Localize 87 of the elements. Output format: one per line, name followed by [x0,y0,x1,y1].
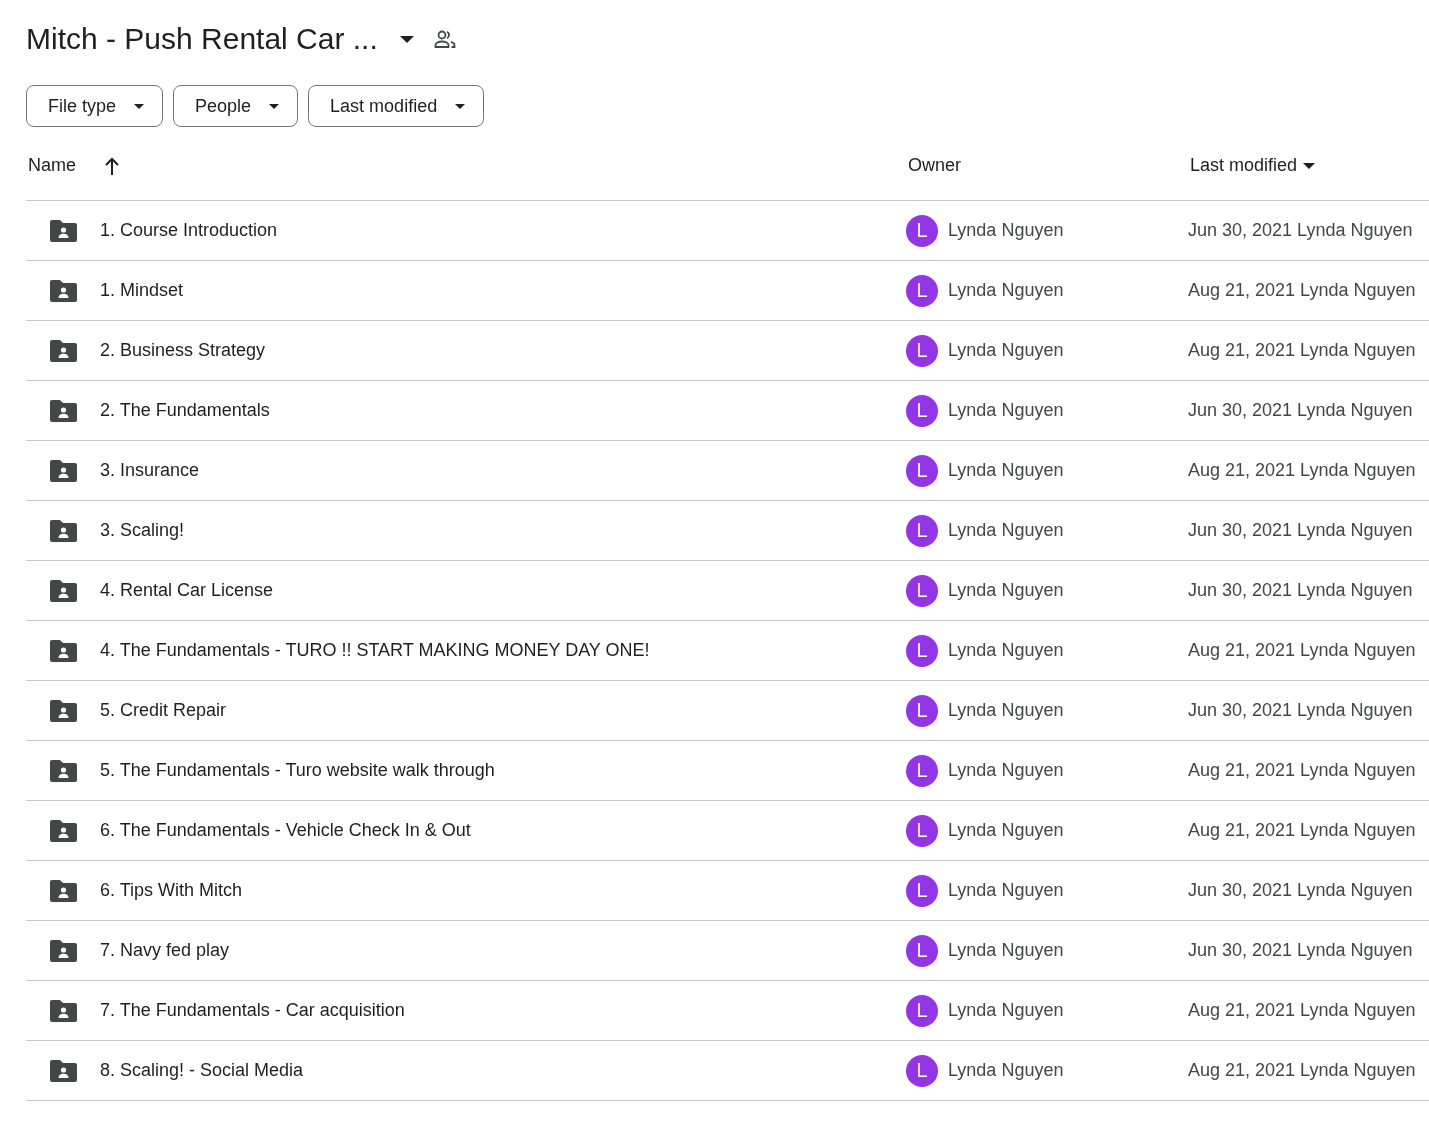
modified-date: Jun 30, 2021 Lynda Nguyen [1188,580,1414,601]
shared-folder-icon [50,1059,77,1082]
shared-folder-icon [50,279,77,302]
shared-folder-icon [50,639,77,662]
owner-avatar: L [906,874,938,907]
owner-name: Lynda Nguyen [948,280,1064,301]
folder-name[interactable]: 1. Mindset [100,280,184,301]
owner-avatar: L [906,454,938,487]
modified-date: Jun 30, 2021 Lynda Nguyen [1188,940,1414,961]
caret-icon [399,35,414,43]
caret-icon [134,103,145,109]
modified-date: Aug 21, 2021 Lynda Nguyen [1188,460,1417,481]
column-header[interactable]: Name [26,155,120,176]
owner-name: Lynda Nguyen [948,520,1064,541]
shared-folder-icon [50,939,77,962]
modified-date: Jun 30, 2021 Lynda Nguyen [1188,880,1414,901]
folder-name[interactable]: 4. Rental Car License [100,580,274,601]
owner-avatar: L [906,934,938,967]
folder-title: Mitch - Push Rental Car ... [26,22,379,56]
filter-chip[interactable]: File type [26,85,164,127]
owner-avatar: L [906,334,938,367]
folder-name[interactable]: 5. Credit Repair [100,700,227,721]
caret-icon [455,103,466,109]
folder-name[interactable]: 6. Tips With Mitch [100,880,243,901]
modified-date: Aug 21, 2021 Lynda Nguyen [1188,640,1417,661]
modified-date: Aug 21, 2021 Lynda Nguyen [1188,1000,1417,1021]
folder-name[interactable]: 3. Insurance [100,460,200,481]
shared-folder-icon [50,759,77,782]
modified-date: Jun 30, 2021 Lynda Nguyen [1188,220,1414,241]
people-icon [433,29,456,49]
folder-name[interactable]: 4. The Fundamentals - TURO !! START MAKING MONEY DAY ONE! [100,640,650,661]
filter-chip[interactable]: Last modified [308,85,485,127]
shared-folder-icon [50,519,77,542]
column-header[interactable]: Owner [906,155,961,176]
owner-name: Lynda Nguyen [948,340,1064,361]
owner-name: Lynda Nguyen [948,1060,1064,1081]
owner-avatar: L [906,214,938,247]
folder-name[interactable]: 2. Business Strategy [100,340,266,361]
shared-folder-icon [50,999,77,1022]
owner-avatar: L [906,814,938,847]
folder-name[interactable]: 8. Scaling! - Social Media [100,1060,304,1081]
owner-avatar: L [906,394,938,427]
owner-name: Lynda Nguyen [948,880,1064,901]
filter-chip[interactable]: People [173,85,299,127]
owner-avatar: L [906,994,938,1027]
owner-name: Lynda Nguyen [948,820,1064,841]
shared-folder-icon [50,399,77,422]
owner-name: Lynda Nguyen [948,760,1064,781]
owner-name: Lynda Nguyen [948,1000,1064,1021]
folder-name[interactable]: 7. Navy fed play [100,940,230,961]
caret-icon [269,103,280,109]
owner-avatar: L [906,694,938,727]
folder-name[interactable]: 2. The Fundamentals [100,400,270,421]
column-header[interactable]: Last modified [1188,155,1316,176]
owner-avatar: L [906,1054,938,1087]
owner-name: Lynda Nguyen [948,400,1064,421]
owner-avatar: L [906,634,938,667]
owner-name: Lynda Nguyen [948,460,1064,481]
modified-date: Jun 30, 2021 Lynda Nguyen [1188,400,1414,421]
folder-name[interactable]: 1. Course Introduction [100,220,278,241]
owner-name: Lynda Nguyen [948,580,1064,601]
owner-name: Lynda Nguyen [948,700,1064,721]
owner-avatar: L [906,754,938,787]
owner-avatar: L [906,574,938,607]
folder-name[interactable]: 7. The Fundamentals - Car acquisition [100,1000,405,1021]
modified-date: Aug 21, 2021 Lynda Nguyen [1188,760,1417,781]
modified-date: Aug 21, 2021 Lynda Nguyen [1188,280,1417,301]
folder-name[interactable]: 5. The Fundamentals - Turo website walk through [100,760,495,781]
modified-date: Aug 21, 2021 Lynda Nguyen [1188,1060,1417,1081]
shared-folder-icon [50,819,77,842]
owner-name: Lynda Nguyen [948,220,1064,241]
owner-name: Lynda Nguyen [948,940,1064,961]
shared-folder-icon [50,699,77,722]
owner-avatar: L [906,274,938,307]
modified-date: Jun 30, 2021 Lynda Nguyen [1188,520,1414,541]
owner-avatar: L [906,514,938,547]
shared-folder-icon [50,879,77,902]
owner-name: Lynda Nguyen [948,640,1064,661]
modified-date: Aug 21, 2021 Lynda Nguyen [1188,340,1417,361]
folder-name[interactable]: 6. The Fundamentals - Vehicle Check In & Out [100,820,471,841]
folder-name[interactable]: 3. Scaling! [100,520,185,541]
shared-folder-icon [50,339,77,362]
shared-folder-icon [50,459,77,482]
modified-date: Jun 30, 2021 Lynda Nguyen [1188,700,1414,721]
modified-date: Aug 21, 2021 Lynda Nguyen [1188,820,1417,841]
shared-folder-icon [50,219,77,242]
shared-folder-icon [50,579,77,602]
